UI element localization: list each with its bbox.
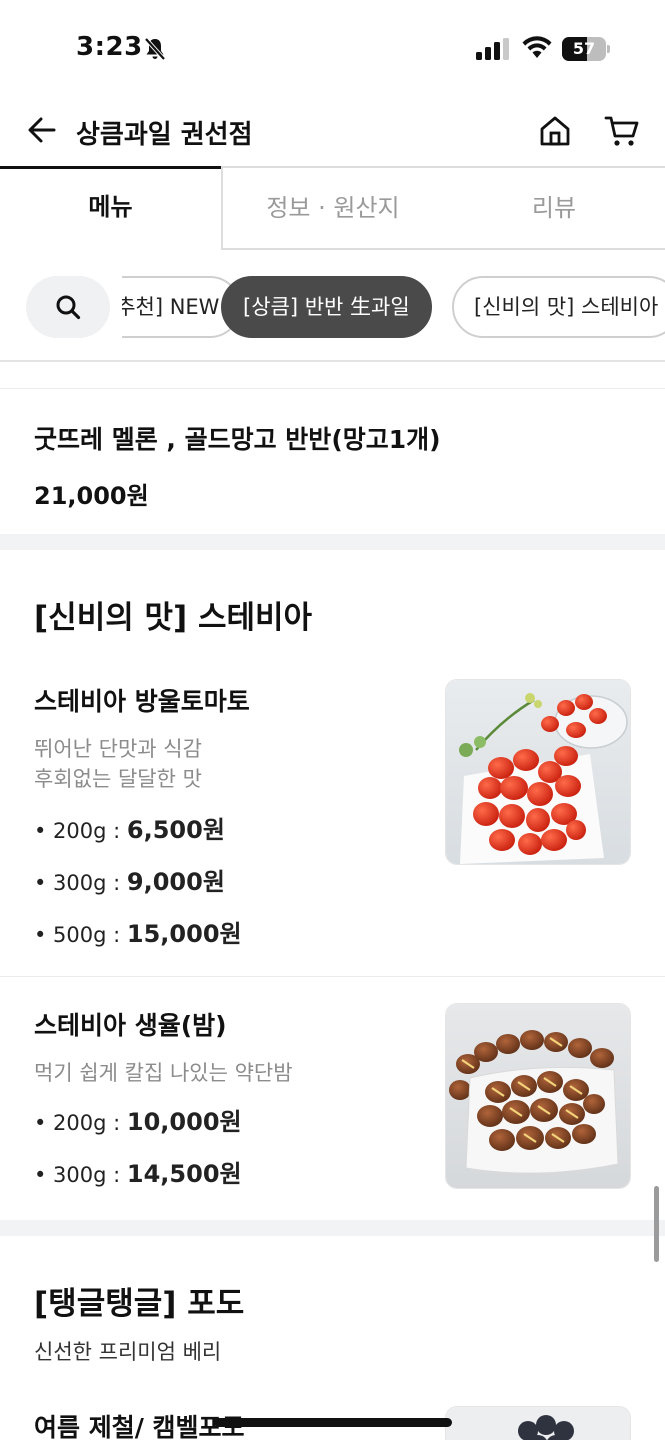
option-price: 15,000원 xyxy=(126,920,242,948)
tab-reviews[interactable]: 리뷰 xyxy=(443,166,665,250)
status-time: 3:23 xyxy=(76,32,143,62)
option-price: 14,500원 xyxy=(126,1160,242,1188)
store-tabs: 메뉴 정보 · 원산지 리뷰 xyxy=(0,166,665,250)
chips-scroller[interactable]: [추천] NEW [상큼] 반반 生과일 [신비의 맛] 스테비아 xyxy=(122,276,665,338)
item-name: 스테비아 방울토마토 xyxy=(34,687,250,716)
option-price: 6,500원 xyxy=(126,816,225,844)
price-option: • 200g : 10,000원 xyxy=(34,1096,242,1148)
price-option: • 300g : 9,000원 xyxy=(34,856,242,908)
item-options: • 200g : 10,000원 • 300g : 14,500원 xyxy=(34,1096,242,1200)
option-size: • 300g : xyxy=(34,871,127,895)
category-chip-active[interactable]: [상큼] 반반 生과일 xyxy=(221,276,432,338)
item-desc-line: 후회없는 달달한 맛 xyxy=(34,767,202,791)
tab-menu[interactable]: 메뉴 xyxy=(0,166,221,250)
row-divider xyxy=(0,976,665,977)
item-name: 여름 제철/ 캠벨포도 xyxy=(34,1413,245,1440)
store-title: 상큼과일 권선점 xyxy=(76,120,253,150)
price-option: • 200g : 6,500원 xyxy=(34,804,242,856)
bell-muted-icon xyxy=(144,37,166,61)
option-price: 10,000원 xyxy=(126,1108,242,1136)
item-options: • 200g : 6,500원 • 300g : 9,000원 • 500g :… xyxy=(34,804,242,960)
scrollbar-thumb[interactable] xyxy=(654,1186,659,1262)
chips-divider xyxy=(0,360,665,362)
item-description: 먹기 쉽게 칼집 나있는 약단밤 xyxy=(34,1058,293,1088)
section-title: [신비의 맛] 스테비아 xyxy=(34,600,313,636)
category-chip[interactable]: [신비의 맛] 스테비아 xyxy=(452,276,665,338)
option-size: • 300g : xyxy=(34,1163,127,1187)
store-header: 상큼과일 권선점 xyxy=(0,100,665,166)
item-price: 21,000원 xyxy=(34,482,149,510)
battery-percent: 57 xyxy=(572,39,596,58)
option-size: • 200g : xyxy=(34,819,127,843)
status-bar: 3:23 57 xyxy=(0,0,665,96)
menu-item[interactable]: 굿뜨레 멜론 , 골드망고 반반(망고1개) 21,000원 xyxy=(0,400,665,532)
menu-item[interactable]: 스테비아 방울토마토 뛰어난 단맛과 식감 후회없는 달달한 맛 • 200g … xyxy=(0,676,665,976)
wifi-icon xyxy=(522,36,552,58)
product-image-tomato xyxy=(445,679,631,865)
search-icon xyxy=(56,295,81,320)
option-size: • 500g : xyxy=(34,923,127,947)
row-divider xyxy=(0,388,665,389)
battery-indicator: 57 xyxy=(562,37,610,61)
home-icon[interactable] xyxy=(538,114,572,148)
product-image-chestnut xyxy=(445,1003,631,1189)
category-chips: [추천] NEW [상큼] 반반 生과일 [신비의 맛] 스테비아 xyxy=(0,276,665,338)
product-image-grape xyxy=(445,1406,631,1440)
item-desc-line: 먹기 쉽게 칼집 나있는 약단밤 xyxy=(34,1061,293,1085)
item-desc-line: 뛰어난 단맛과 식감 xyxy=(34,737,202,761)
back-arrow-icon[interactable] xyxy=(26,114,58,146)
item-name: 굿뜨레 멜론 , 골드망고 반반(망고1개) xyxy=(34,425,441,454)
section-gap xyxy=(0,1220,665,1236)
price-option: • 300g : 14,500원 xyxy=(34,1148,242,1200)
menu-item[interactable]: 스테비아 생율(밤) 먹기 쉽게 칼집 나있는 약단밤 • 200g : 10,… xyxy=(0,1000,665,1214)
cellular-signal-icon xyxy=(476,38,509,60)
section-subtitle: 신선한 프리미엄 베리 xyxy=(34,1340,222,1364)
option-price: 9,000원 xyxy=(126,868,225,896)
section-title: [탱글탱글] 포도 xyxy=(34,1286,245,1322)
item-name: 스테비아 생율(밤) xyxy=(34,1011,227,1040)
tab-info-origin[interactable]: 정보 · 원산지 xyxy=(221,166,443,250)
item-description: 뛰어난 단맛과 식감 후회없는 달달한 맛 xyxy=(34,734,202,794)
home-indicator[interactable] xyxy=(214,1418,452,1427)
section-gap xyxy=(0,534,665,550)
menu-search-button[interactable] xyxy=(26,276,110,338)
option-size: • 200g : xyxy=(34,1111,127,1135)
cart-icon[interactable] xyxy=(604,114,640,148)
price-option: • 500g : 15,000원 xyxy=(34,908,242,960)
